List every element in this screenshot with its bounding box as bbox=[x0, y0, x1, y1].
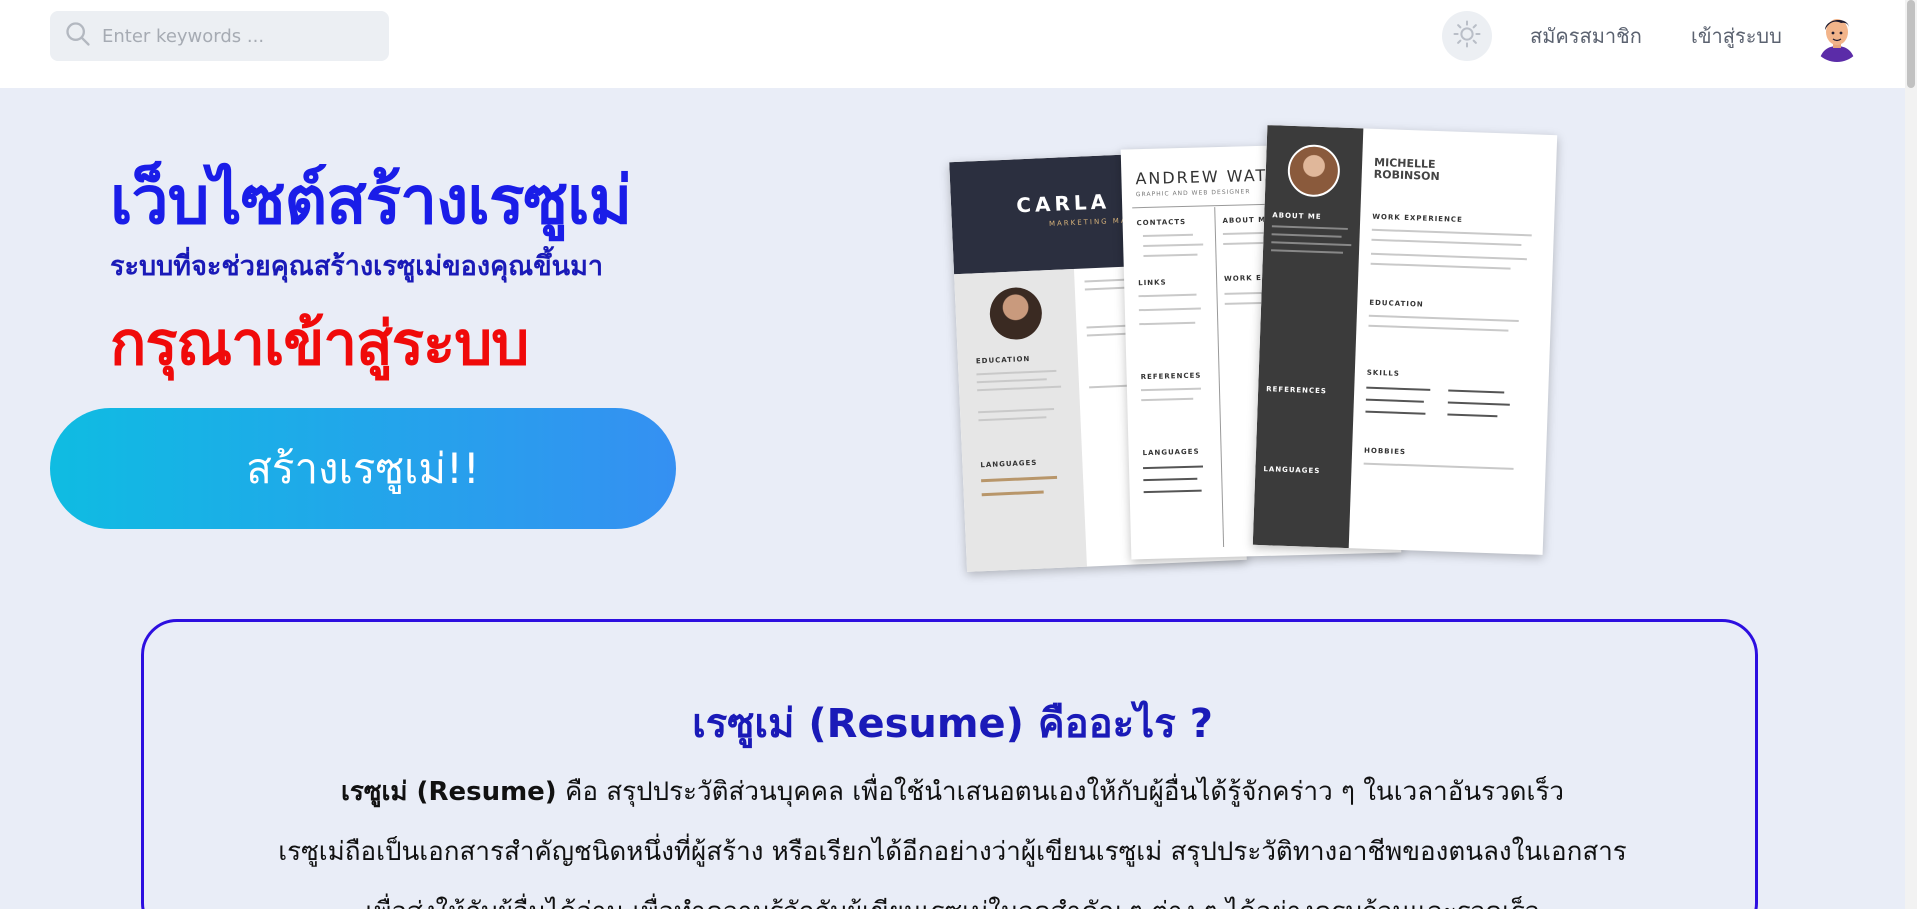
info-title: เรซูเม่ (Resume) คืออะไร ? bbox=[692, 701, 1213, 747]
michelle-education-heading: EDUCATION bbox=[1369, 298, 1424, 309]
info-line-3: เพื่อส่งให้กับผู้อื่นได้อ่าน เพื่อทำความ… bbox=[144, 882, 1761, 909]
sun-icon bbox=[1452, 19, 1482, 53]
login-link[interactable]: เข้าสู่ระบบ bbox=[1691, 20, 1782, 52]
create-resume-button[interactable]: สร้างเรซูเม่!! bbox=[50, 408, 676, 529]
andrew-contacts-heading: CONTACTS bbox=[1136, 217, 1187, 228]
andrew-name: ANDREW WAT bbox=[1135, 165, 1268, 189]
andrew-languages-heading: LANGUAGES bbox=[1142, 447, 1200, 458]
info-line-1-text: คือ สรุปประวัติส่วนบุคคล เพื่อใช้นำเสนอต… bbox=[556, 777, 1565, 807]
search-input[interactable] bbox=[102, 25, 362, 47]
top-navbar: สมัครสมาชิก เข้าสู่ระบบ bbox=[0, 0, 1917, 88]
search-icon bbox=[64, 20, 92, 52]
hero-subtitle: ระบบที่จะช่วยคุณสร้างเรซูเม่ของคุณขึ้นมา bbox=[110, 251, 604, 282]
info-paragraph: เรซูเม่ (Resume) คือ สรุปประวัติส่วนบุคค… bbox=[144, 762, 1761, 909]
michelle-hobbies-heading: HOBBIES bbox=[1363, 446, 1407, 457]
resume-samples-image: CARLA MO MARKETING MAN EDUCATION LANGUAG… bbox=[949, 125, 1560, 572]
page-scrollbar[interactable] bbox=[1905, 0, 1917, 909]
theme-toggle-button[interactable] bbox=[1442, 11, 1492, 61]
info-bold-term: เรซูเม่ (Resume) bbox=[340, 777, 557, 807]
info-line-1: เรซูเม่ (Resume) คือ สรุปประวัติส่วนบุคค… bbox=[144, 762, 1761, 822]
michelle-work-heading: WORK EXPERIENCE bbox=[1372, 212, 1463, 224]
info-line-2: เรซูเม่ถือเป็นเอกสารสำคัญชนิดหนึ่งที่ผู้… bbox=[278, 837, 1627, 867]
user-avatar-icon bbox=[1811, 10, 1863, 62]
michelle-name: MICHELLE ROBINSON bbox=[1373, 155, 1440, 184]
michelle-skills-heading: SKILLS bbox=[1366, 368, 1401, 378]
login-prompt: กรุณาเข้าสู่ระบบ bbox=[110, 309, 529, 379]
avatar[interactable] bbox=[1811, 10, 1863, 62]
hero-title: เว็บไซต์สร้างเรซูเม่ bbox=[110, 162, 632, 239]
resume-sample-michelle: MICHELLE ROBINSON ABOUT ME REFERENCES LAN… bbox=[1252, 125, 1558, 555]
andrew-references-heading: REFERENCES bbox=[1140, 371, 1202, 382]
andrew-links-heading: LINKS bbox=[1138, 278, 1167, 288]
scrollbar-thumb[interactable] bbox=[1907, 0, 1915, 88]
search-box[interactable] bbox=[50, 11, 389, 61]
michelle-about-heading: ABOUT ME bbox=[1272, 211, 1322, 222]
resume-info-card: เรซูเม่ (Resume) คืออะไร ? เรซูเม่ (Resu… bbox=[141, 619, 1758, 909]
register-link[interactable]: สมัครสมาชิก bbox=[1530, 20, 1642, 52]
andrew-role: GRAPHIC AND WEB DESIGNER bbox=[1135, 188, 1251, 199]
